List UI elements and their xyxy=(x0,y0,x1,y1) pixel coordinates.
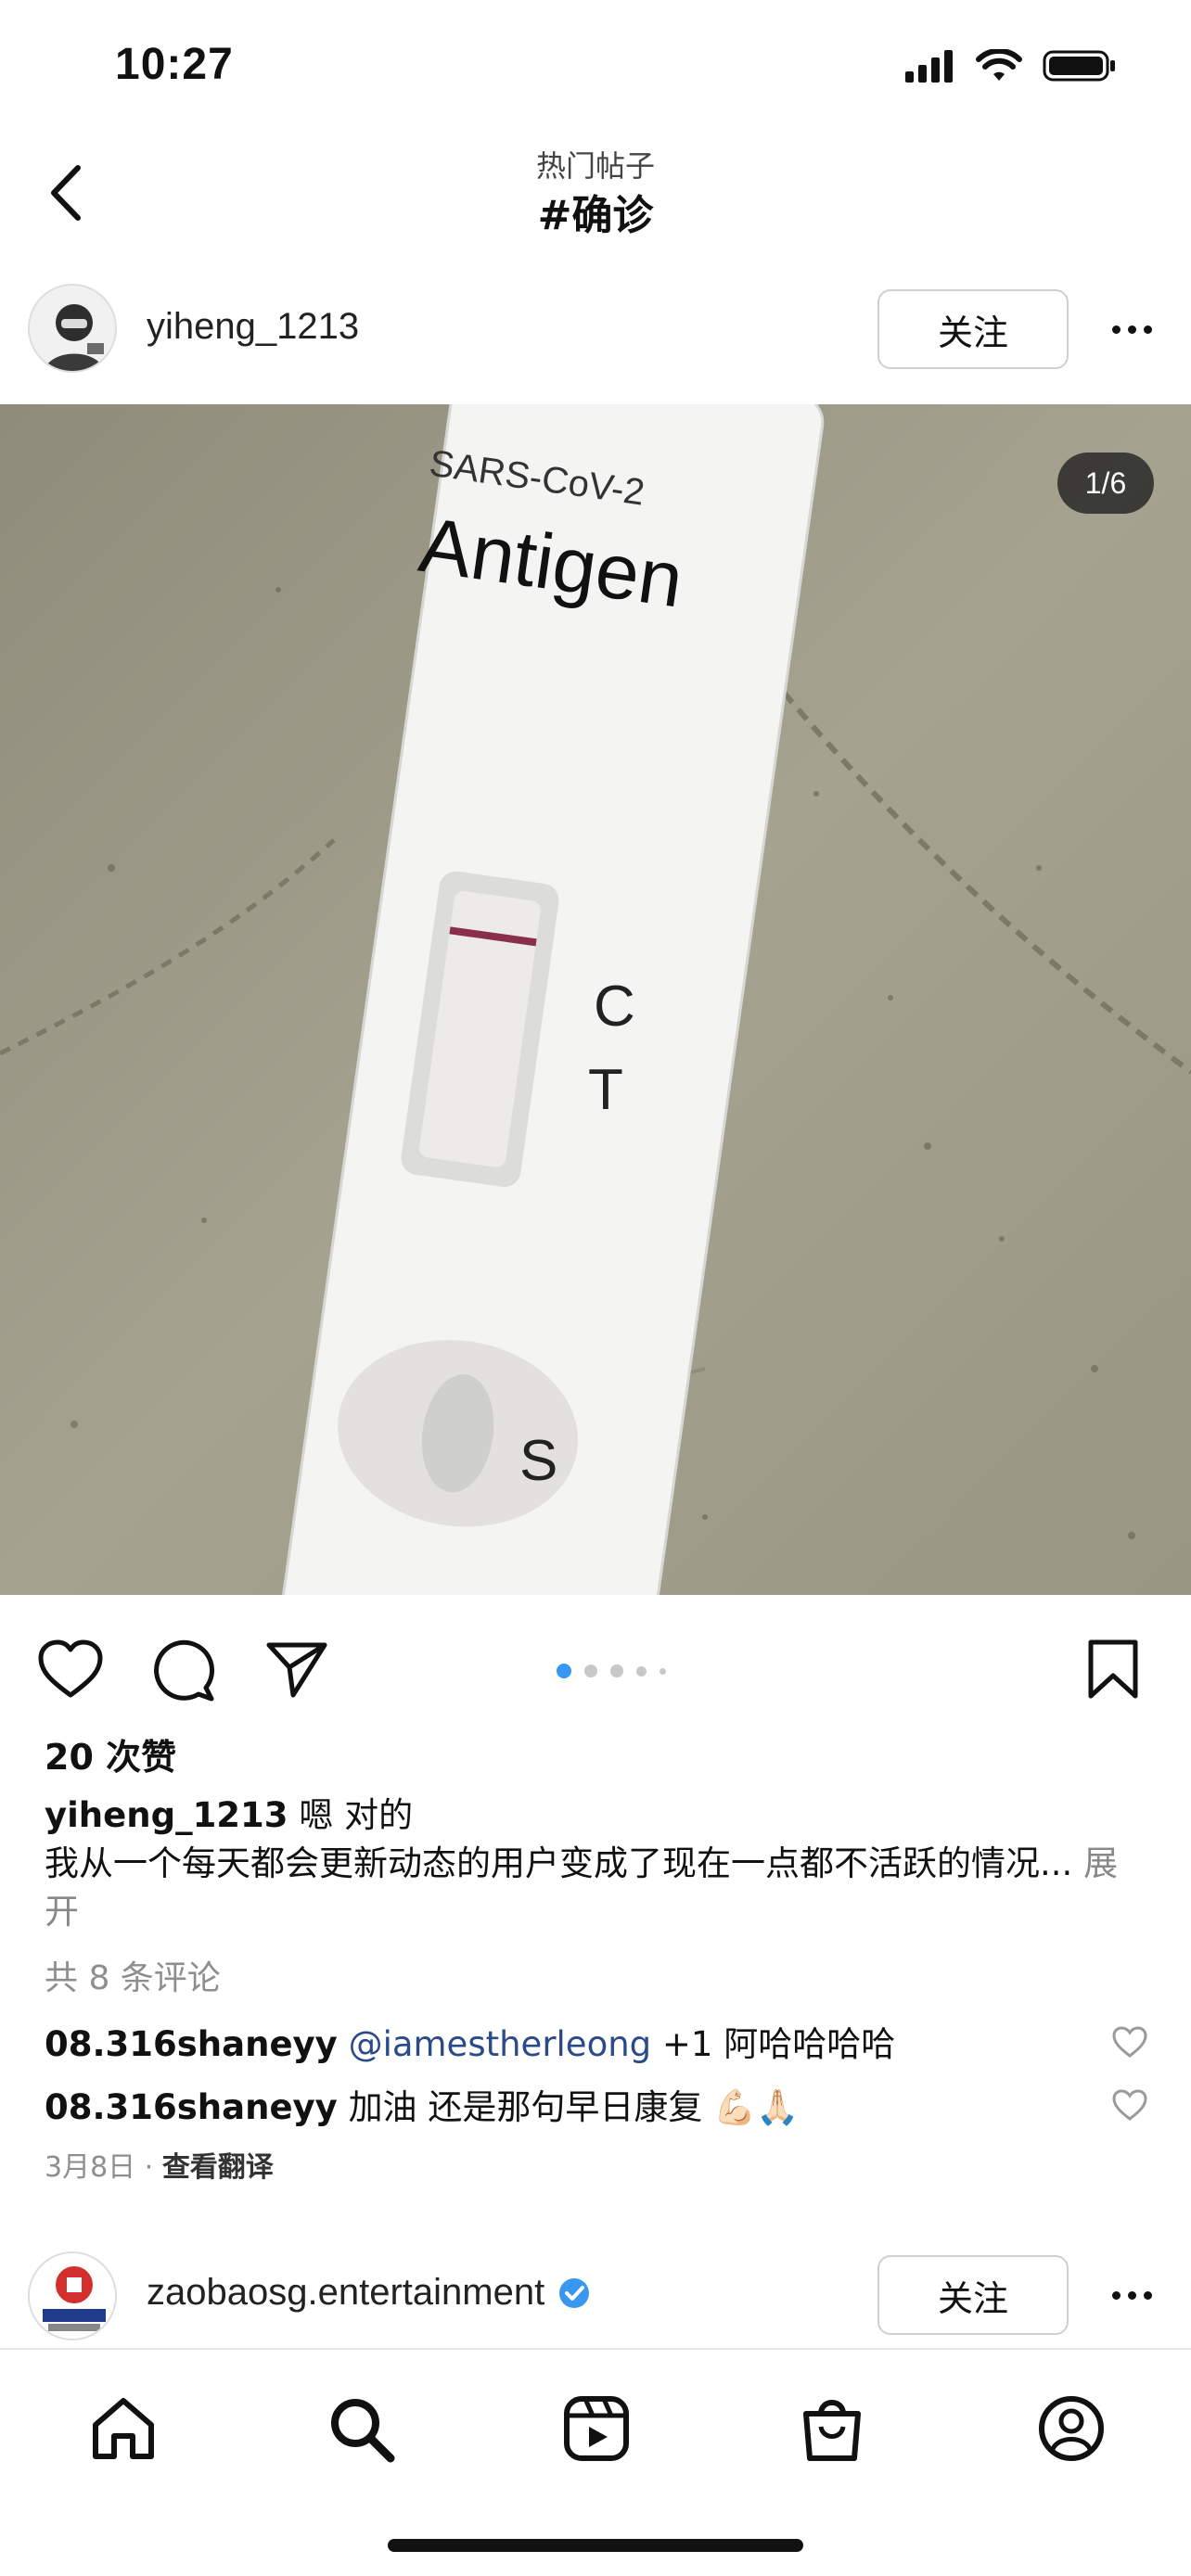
photo-text-s: S xyxy=(519,1429,557,1493)
carousel-dots xyxy=(557,1664,666,1678)
like-count[interactable]: 20 次赞 xyxy=(45,1728,176,1779)
post-date: 3月8日 xyxy=(45,2151,136,2184)
comment-username[interactable]: 08.316shaneyy xyxy=(45,2024,338,2064)
see-translation-link[interactable]: 查看翻译 xyxy=(162,2151,274,2184)
post-photo[interactable]: SARS-CoV-2 Antigen C T S xyxy=(0,404,1191,1595)
home-indicator[interactable] xyxy=(388,2539,803,2552)
comment-username[interactable]: 08.316shaneyy xyxy=(45,2087,338,2127)
view-all-comments-link[interactable]: 共 8 条评论 xyxy=(45,1951,221,1999)
carousel-dot xyxy=(584,1664,597,1677)
avatar[interactable] xyxy=(28,284,117,373)
comment-text: +1 阿哈哈哈哈 xyxy=(661,2024,896,2064)
comment-like-heart-icon[interactable] xyxy=(1111,2086,1148,2123)
shop-icon[interactable] xyxy=(790,2387,874,2470)
page-title: #确诊 xyxy=(537,192,654,239)
post-date-row: 3月8日 · 查看翻译 xyxy=(45,2144,274,2185)
photo-text-c: C xyxy=(594,975,635,1039)
wifi-icon xyxy=(976,49,1022,81)
profile-icon[interactable] xyxy=(1030,2387,1113,2470)
caption-text: 嗯 对的 xyxy=(299,1795,414,1835)
post-action-bar xyxy=(0,1613,1191,1715)
post-caption: yiheng_1213 嗯 对的 我从一个每天都会更新动态的用户变成了现在一点都… xyxy=(45,1792,1139,1936)
page-subtitle: 热门帖子 xyxy=(535,148,655,184)
status-time: 10:27 xyxy=(115,40,234,89)
antigen-test-photo: SARS-CoV-2 Antigen C T S xyxy=(0,404,1191,1595)
next-post-header: zaobaosg.entertainment 关注 xyxy=(0,2244,1191,2346)
comment-row: 08.316shaneyy @iamestherleong +1 阿哈哈哈哈 xyxy=(45,2016,1148,2068)
bookmark-icon[interactable] xyxy=(1076,1632,1150,1706)
nav-header: 热门帖子 #确诊 xyxy=(0,139,1191,250)
verified-badge-icon xyxy=(559,2277,590,2308)
caption-username[interactable]: yiheng_1213 xyxy=(45,1795,288,1835)
comment-mention[interactable]: @iamestherleong xyxy=(349,2024,652,2064)
zaobao-logo-icon xyxy=(30,2253,115,2339)
status-bar: 10:27 xyxy=(0,0,1191,139)
follow-button[interactable]: 关注 xyxy=(877,289,1069,369)
battery-icon xyxy=(1043,50,1115,82)
post-username[interactable]: yiheng_1213 xyxy=(147,306,359,348)
next-post-username-row[interactable]: zaobaosg.entertainment xyxy=(147,2272,591,2314)
search-icon[interactable] xyxy=(319,2387,403,2470)
caption-body: 我从一个每天都会更新动态的用户变成了现在一点都不活跃的情况... xyxy=(45,1843,1073,1883)
like-heart-icon[interactable] xyxy=(33,1632,108,1706)
next-post-avatar[interactable] xyxy=(28,2251,117,2340)
post-header: yiheng_1213 关注 xyxy=(0,278,1191,380)
photo-text-t: T xyxy=(588,1058,623,1122)
comment-row: 08.316shaneyy 加油 还是那句早日康复 💪🏻🙏🏻 xyxy=(45,2079,1148,2131)
date-separator: · xyxy=(144,2151,162,2184)
carousel-dot xyxy=(660,1667,666,1675)
next-post-more-options-icon[interactable] xyxy=(1104,2272,1159,2318)
next-post-username[interactable]: zaobaosg.entertainment xyxy=(147,2272,544,2314)
share-send-icon[interactable] xyxy=(260,1632,334,1706)
carousel-dot xyxy=(636,1665,647,1677)
status-icons xyxy=(903,48,1117,83)
next-post-follow-button[interactable]: 关注 xyxy=(877,2255,1069,2335)
home-icon[interactable] xyxy=(82,2387,165,2470)
carousel-dot xyxy=(610,1664,623,1677)
carousel-dot-active xyxy=(557,1664,571,1678)
comment-bubble-icon[interactable] xyxy=(147,1632,221,1706)
comment-like-heart-icon[interactable] xyxy=(1111,2023,1148,2060)
avatar-illustration xyxy=(30,286,115,371)
comment-text: 加油 还是那句早日康复 💪🏻🙏🏻 xyxy=(348,2087,800,2127)
reels-icon[interactable] xyxy=(555,2387,638,2470)
more-options-icon[interactable] xyxy=(1104,306,1159,352)
signal-icon xyxy=(905,50,953,83)
photo-counter: 1/6 xyxy=(1057,453,1154,514)
